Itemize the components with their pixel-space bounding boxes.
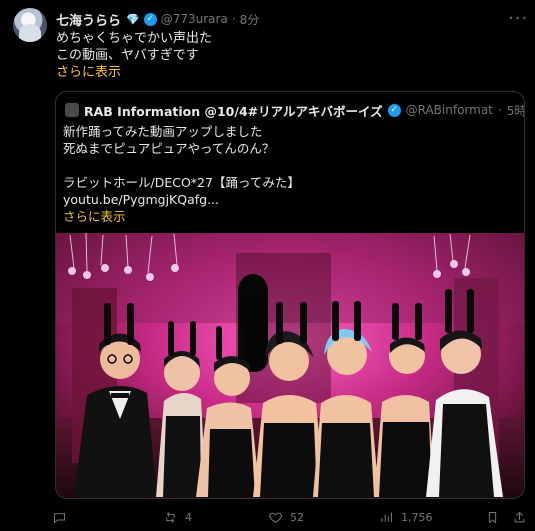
diamond-emoji-icon: 💎: [126, 12, 140, 26]
tweet-text: めちゃくちゃでかい声出た この動画、ヤバすぎです さらに表示: [56, 30, 506, 81]
share-button[interactable]: [512, 510, 527, 525]
retweet-count: 4: [185, 511, 192, 524]
more-icon[interactable]: ···: [508, 8, 528, 29]
like-count: 52: [290, 511, 304, 524]
quoted-line: 死ぬまでピュアピュアやってんのん？: [63, 141, 275, 156]
like-icon: [269, 512, 282, 524]
tweet-actions: 4 52 1,756: [52, 510, 532, 528]
views-count: 1,756: [401, 511, 433, 524]
retweet-button[interactable]: 4: [163, 510, 192, 525]
tweet-header: 七海うらら 💎 ✓ @773urara · 8分: [56, 10, 260, 29]
quoted-line: ラビットホール/DECO*27【踊ってみた】: [63, 175, 300, 190]
quoted-tweet-text: 新作踊ってみた動画アップしました 死ぬまでピュアピュアやってんのん？ ラビットホ…: [63, 123, 513, 225]
views-icon: [381, 512, 392, 522]
bookmark-button[interactable]: [485, 510, 500, 525]
timestamp[interactable]: 8分: [240, 11, 260, 28]
quoted-timestamp[interactable]: 5時間: [507, 102, 524, 119]
quoted-handle[interactable]: @RABinformat: [406, 103, 493, 117]
display-name[interactable]: 七海うらら: [56, 10, 121, 29]
views-button[interactable]: 1,756: [379, 510, 433, 525]
username-handle[interactable]: @773urara: [161, 12, 228, 26]
separator-dot: ·: [497, 103, 502, 117]
retweet-icon: [166, 512, 175, 523]
quoted-tweet-header: RAB Information @10/4#リアルアキバボーイズ ✓ @RABi…: [65, 101, 524, 120]
avatar[interactable]: [13, 8, 47, 42]
quoted-show-more-link[interactable]: さらに表示: [63, 208, 513, 225]
quoted-line: [63, 157, 513, 174]
quoted-line: 新作踊ってみた動画アップしました: [63, 124, 263, 139]
quoted-tweet[interactable]: RAB Information @10/4#リアルアキバボーイズ ✓ @RABi…: [55, 91, 525, 499]
separator-dot: ·: [231, 12, 236, 26]
reply-button[interactable]: [52, 510, 74, 525]
share-icon: [514, 511, 525, 523]
tweet-line: めちゃくちゃでかい声出た: [56, 31, 213, 46]
bookmark-icon: [488, 512, 497, 524]
like-button[interactable]: 52: [268, 510, 304, 525]
quoted-avatar[interactable]: [65, 103, 79, 117]
tweet[interactable]: 七海うらら 💎 ✓ @773urara · 8分 ··· めちゃくちゃでかい声出…: [0, 0, 535, 531]
verified-badge-icon: ✓: [143, 12, 157, 26]
verified-badge-icon: ✓: [387, 103, 401, 117]
reply-icon: [54, 513, 65, 524]
tweet-photo[interactable]: [56, 233, 524, 498]
quoted-link[interactable]: youtu.be/PygmgjKQafg...: [63, 191, 513, 208]
quoted-display-name[interactable]: RAB Information @10/4#リアルアキバボーイズ: [84, 101, 383, 120]
tweet-line: この動画、ヤバすぎです: [56, 48, 199, 63]
show-more-link[interactable]: さらに表示: [56, 64, 506, 81]
